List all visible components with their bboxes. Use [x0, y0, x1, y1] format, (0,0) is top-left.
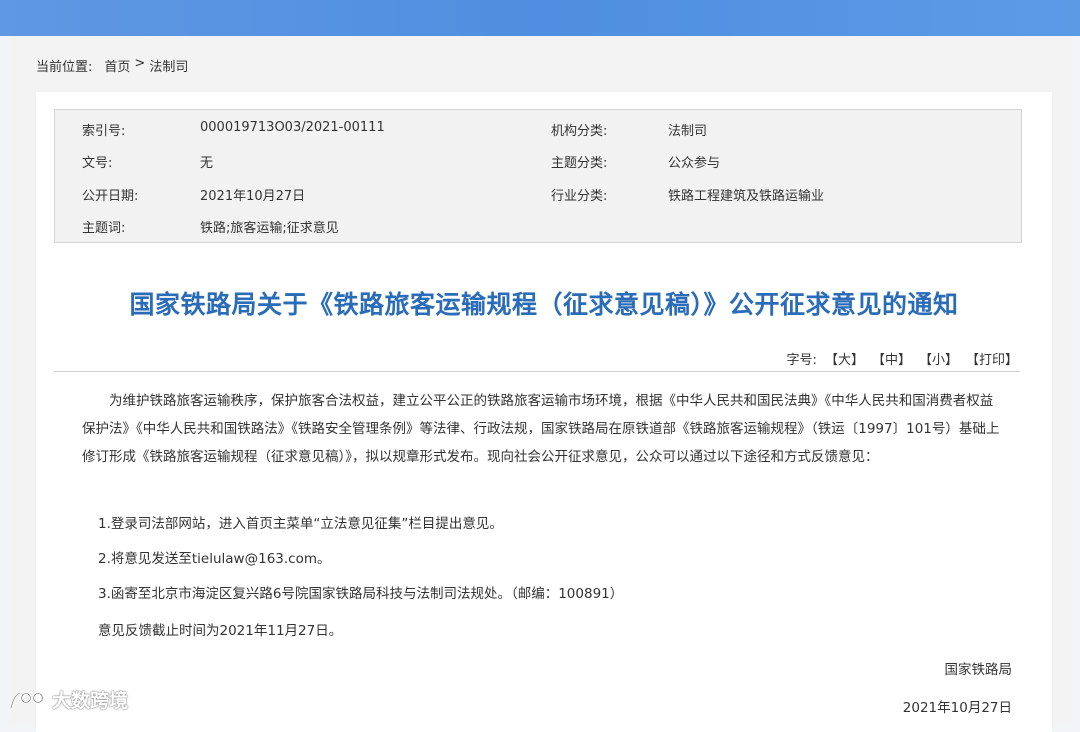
- page-container: 当前位置: 首页 > 法制司 索引号: 000019713O03/2021-00…: [10, 36, 1072, 732]
- breadcrumb-home-link[interactable]: 首页: [104, 56, 130, 75]
- watermark-logo-icon: [9, 691, 44, 708]
- breadcrumb: 当前位置: 首页 > 法制司: [36, 56, 188, 75]
- article-title: 国家铁路局关于《铁路旅客运输规程（征求意见稿）》公开征求意见的通知: [129, 290, 959, 319]
- divider: [54, 371, 1020, 372]
- org-value: 法制司: [668, 124, 708, 139]
- metadata-row: 索引号: 000019713O03/2021-00111 机构分类: 法制司: [55, 112, 1021, 144]
- breadcrumb-label: 当前位置:: [36, 60, 93, 75]
- index-label: 索引号:: [82, 124, 126, 139]
- docno-value: 无: [200, 156, 214, 171]
- date-value: 2021年10月27日: [200, 189, 306, 204]
- docno-label: 文号:: [82, 156, 113, 171]
- watermark: 大数跨境: [8, 686, 128, 713]
- metadata-row: 公开日期: 2021年10月27日 行业分类: 铁路工程建筑及铁路运输业: [55, 177, 1021, 209]
- intro-paragraph: 为维护铁路旅客运输秩序，保护旅客合法权益，建立公平公正的铁路旅客运输市场环境，根…: [82, 393, 1000, 465]
- signer: 国家铁路局: [944, 662, 1013, 678]
- keywords-value: 铁路;旅客运输;征求意见: [200, 221, 339, 236]
- font-size-controls: 字号: 【大】 【中】 【小】 【打印】: [787, 349, 1018, 368]
- org-label: 机构分类:: [551, 124, 608, 139]
- breadcrumb-separator: >: [134, 56, 146, 71]
- deadline-text: 意见反馈截止时间为2021年11月27日。: [98, 623, 343, 639]
- sign-date: 2021年10月27日: [902, 700, 1012, 716]
- topic-label: 主题分类:: [551, 156, 608, 171]
- font-size-medium-button[interactable]: 【中】: [872, 349, 911, 368]
- topic-value: 公众参与: [668, 156, 721, 171]
- header-banner: [0, 0, 1080, 36]
- print-button[interactable]: 【打印】: [966, 349, 1018, 368]
- font-size-label: 字号:: [786, 353, 817, 368]
- article-body: 为维护铁路旅客运输秩序，保护旅客合法权益，建立公平公正的铁路旅客运输市场环境，根…: [82, 387, 1004, 471]
- keywords-label: 主题词:: [82, 221, 126, 236]
- watermark-text: 大数跨境: [52, 690, 129, 712]
- metadata-table: 索引号: 000019713O03/2021-00111 机构分类: 法制司 文…: [54, 109, 1022, 243]
- feedback-method-2: 2.将意见发送至tielulaw@163.com。: [98, 551, 331, 567]
- feedback-method-1: 1.登录司法部网站，进入首页主菜单“立法意见征集”栏目提出意见。: [98, 516, 503, 532]
- industry-label: 行业分类:: [551, 189, 608, 204]
- article-card: 索引号: 000019713O03/2021-00111 机构分类: 法制司 文…: [36, 92, 1052, 732]
- index-value: 000019713O03/2021-00111: [200, 120, 385, 135]
- metadata-row: 主题词: 铁路;旅客运输;征求意见: [55, 209, 1021, 241]
- font-size-small-button[interactable]: 【小】: [919, 349, 958, 368]
- breadcrumb-current-link[interactable]: 法制司: [149, 56, 188, 75]
- date-label: 公开日期:: [82, 189, 139, 204]
- industry-value: 铁路工程建筑及铁路运输业: [668, 189, 825, 204]
- feedback-method-3: 3.函寄至北京市海淀区复兴路6号院国家铁路局科技与法制司法规处。（邮编：1008…: [98, 586, 624, 602]
- font-size-large-button[interactable]: 【大】: [825, 349, 864, 368]
- metadata-row: 文号: 无 主题分类: 公众参与: [55, 144, 1021, 176]
